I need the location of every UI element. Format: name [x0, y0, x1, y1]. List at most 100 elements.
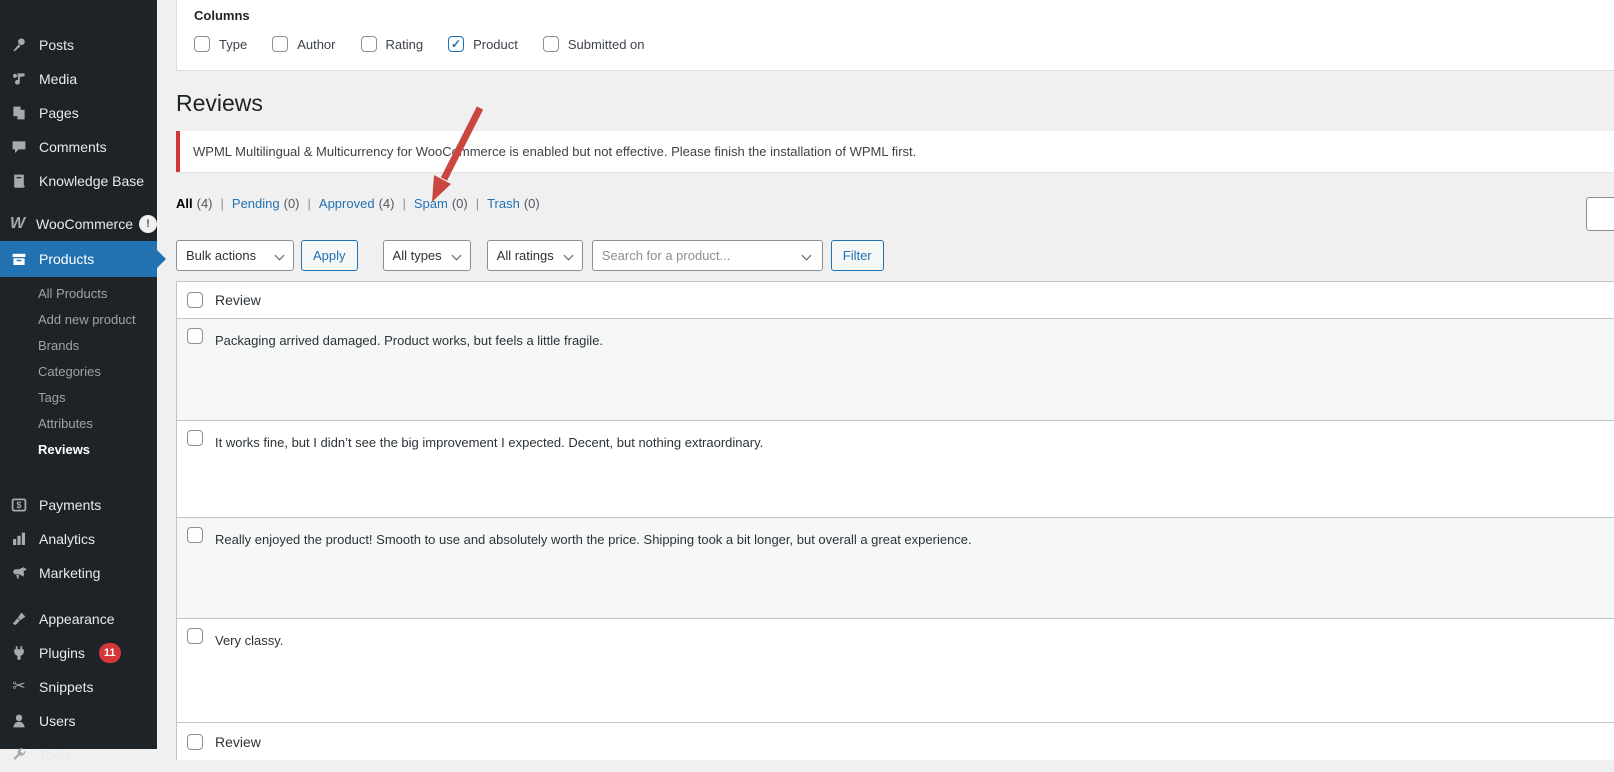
status-filter-links: All (4) | Pending (0) | Approved (4) | S…: [176, 196, 540, 211]
sidebar-item-payments[interactable]: $ Payments: [0, 488, 157, 522]
user-icon: [9, 711, 29, 731]
sidebar-item-label: Marketing: [39, 565, 100, 581]
sidebar-item-products[interactable]: Products: [0, 241, 157, 277]
column-option-submitted-on[interactable]: Submitted on: [543, 36, 645, 52]
filter-link-trash[interactable]: Trash (0): [487, 196, 540, 211]
table-footer-row: Review: [177, 723, 1614, 760]
sidebar-item-pages[interactable]: Pages: [0, 96, 157, 130]
list-toolbar: Bulk actions Apply All types All ratings…: [176, 240, 884, 271]
row-checkbox[interactable]: [187, 628, 203, 644]
bulk-actions-value: Bulk actions: [186, 248, 256, 263]
wrench-icon: [9, 745, 29, 765]
table-header-row: Review: [177, 282, 1614, 319]
checkbox-label: Type: [219, 37, 247, 52]
sidebar-item-appearance[interactable]: Appearance: [0, 602, 157, 636]
plug-icon: [9, 643, 29, 663]
sidebar-item-plugins[interactable]: Plugins 11: [0, 636, 157, 670]
sidebar-item-media[interactable]: Media: [0, 62, 157, 96]
submenu-item-add-new-product[interactable]: Add new product: [0, 307, 157, 333]
table-row[interactable]: Packaging arrived damaged. Product works…: [177, 319, 1614, 421]
product-search-input[interactable]: [593, 241, 783, 270]
filter-count: (0): [524, 196, 540, 211]
all-types-value: All types: [393, 248, 442, 263]
svg-text:$: $: [17, 500, 22, 510]
sidebar-item-label: Tools: [39, 747, 72, 763]
apply-button[interactable]: Apply: [301, 240, 358, 271]
sidebar-item-knowledge-base[interactable]: Knowledge Base: [0, 164, 157, 198]
filter-count: (0): [284, 196, 300, 211]
select-all-checkbox[interactable]: [187, 292, 203, 308]
column-option-author[interactable]: Author: [272, 36, 335, 52]
filter-link-all[interactable]: All (4): [176, 196, 213, 211]
sidebar-item-label: Snippets: [39, 679, 93, 695]
woocommerce-alert-badge: !: [139, 215, 157, 233]
sidebar-item-tools[interactable]: Tools: [0, 738, 157, 772]
page-title: Reviews: [176, 90, 263, 117]
review-text: Really enjoyed the product! Smooth to us…: [215, 532, 972, 547]
sidebar-item-marketing[interactable]: Marketing: [0, 556, 157, 590]
filter-label: All: [176, 196, 193, 211]
sidebar-item-woocommerce[interactable]: W WooCommerce !: [0, 207, 157, 241]
speech-bubble-icon: [9, 137, 29, 157]
sidebar-item-snippets[interactable]: ✂ Snippets: [0, 670, 157, 704]
product-checkbox[interactable]: [448, 36, 464, 52]
rating-checkbox[interactable]: [361, 36, 377, 52]
wpml-notice: WPML Multilingual & Multicurrency for Wo…: [176, 131, 1614, 172]
review-column-header: Review: [215, 292, 261, 308]
filter-count: (4): [379, 196, 395, 211]
row-checkbox[interactable]: [187, 430, 203, 446]
author-checkbox[interactable]: [272, 36, 288, 52]
table-row[interactable]: Really enjoyed the product! Smooth to us…: [177, 518, 1614, 619]
all-ratings-select[interactable]: All ratings: [487, 240, 583, 271]
type-checkbox[interactable]: [194, 36, 210, 52]
menu-separator: [0, 8, 157, 28]
review-text: It works fine, but I didn’t see the big …: [215, 435, 763, 450]
sidebar-item-posts[interactable]: Posts: [0, 28, 157, 62]
all-types-select[interactable]: All types: [383, 240, 471, 271]
row-checkbox[interactable]: [187, 328, 203, 344]
submenu-item-attributes[interactable]: Attributes: [0, 411, 157, 437]
product-search-combobox[interactable]: [592, 240, 823, 271]
sidebar-item-analytics[interactable]: Analytics: [0, 522, 157, 556]
submitted-on-checkbox[interactable]: [543, 36, 559, 52]
filter-count: (4): [197, 196, 213, 211]
filter-label: Pending: [232, 196, 280, 211]
sidebar-item-label: Comments: [39, 139, 107, 155]
sidebar-item-users[interactable]: Users: [0, 704, 157, 738]
paintbrush-icon: [9, 609, 29, 629]
sidebar-item-dashboard[interactable]: Dashboard: [0, 0, 157, 8]
plugins-update-badge: 11: [99, 643, 121, 663]
sidebar-item-label: Knowledge Base: [39, 173, 144, 189]
submenu-item-categories[interactable]: Categories: [0, 359, 157, 385]
filter-label: Approved: [319, 196, 375, 211]
pages-icon: [9, 103, 29, 123]
dashboard-icon: [9, 0, 29, 1]
bar-chart-icon: [9, 529, 29, 549]
sidebar-item-label: Products: [39, 251, 94, 267]
sidebar-item-label: Users: [39, 713, 76, 729]
submenu-item-all-products[interactable]: All Products: [0, 281, 157, 307]
table-row[interactable]: It works fine, but I didn’t see the big …: [177, 421, 1614, 518]
woocommerce-icon: W: [9, 214, 26, 234]
submenu-item-brands[interactable]: Brands: [0, 333, 157, 359]
submenu-item-tags[interactable]: Tags: [0, 385, 157, 411]
sidebar-item-comments[interactable]: Comments: [0, 130, 157, 164]
select-all-checkbox-footer[interactable]: [187, 734, 203, 750]
checkbox-label: Product: [473, 37, 518, 52]
sidebar-item-label: Analytics: [39, 531, 95, 547]
reviews-search-input[interactable]: [1586, 197, 1614, 231]
row-checkbox[interactable]: [187, 527, 203, 543]
filter-button[interactable]: Filter: [831, 240, 884, 271]
filter-link-spam[interactable]: Spam (0): [414, 196, 468, 211]
column-option-product[interactable]: Product: [448, 36, 518, 52]
bulk-actions-select[interactable]: Bulk actions: [176, 240, 294, 271]
column-option-type[interactable]: Type: [194, 36, 247, 52]
sidebar-item-label: Appearance: [39, 611, 115, 627]
table-row[interactable]: Very classy.: [177, 619, 1614, 723]
review-text: Very classy.: [215, 633, 283, 648]
column-option-rating[interactable]: Rating: [361, 36, 424, 52]
filter-link-approved[interactable]: Approved (4): [319, 196, 395, 211]
filter-link-pending[interactable]: Pending (0): [232, 196, 300, 211]
products-submenu: All Products Add new product Brands Cate…: [0, 277, 157, 469]
submenu-item-reviews[interactable]: Reviews: [0, 437, 157, 463]
